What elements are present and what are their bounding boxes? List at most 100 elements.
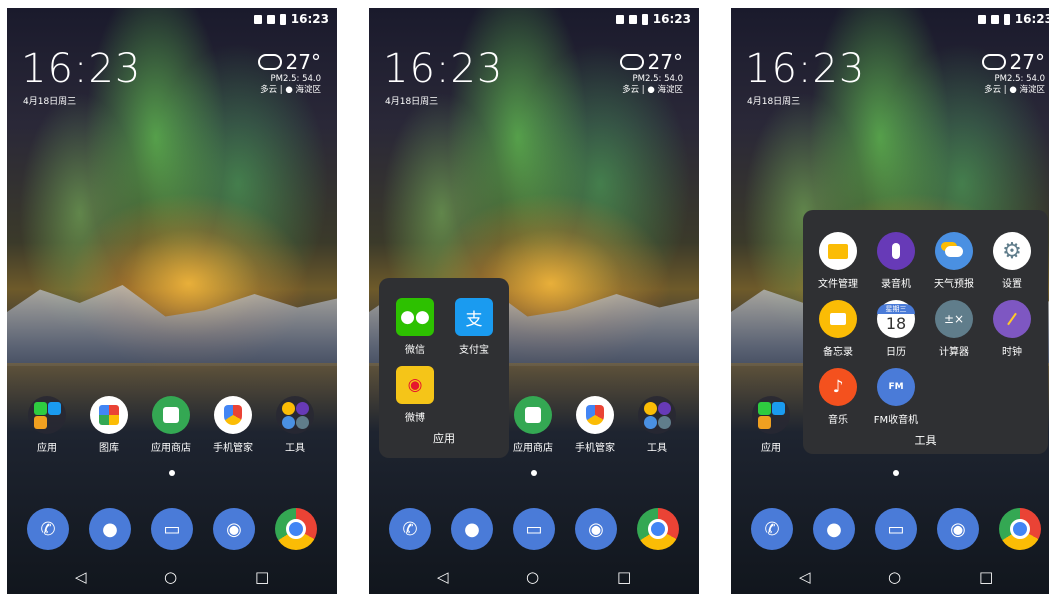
folder-tools[interactable]: 工具 bbox=[264, 396, 326, 454]
wechat-icon: ●● bbox=[396, 298, 434, 336]
battery-icon bbox=[641, 13, 648, 25]
note-icon bbox=[819, 300, 857, 338]
app-store[interactable]: 应用商店 bbox=[502, 396, 564, 454]
app-label: 时钟 bbox=[1002, 347, 1022, 358]
weibo-mini-icon bbox=[758, 416, 771, 429]
phone-icon[interactable]: ✆ bbox=[751, 508, 793, 550]
shield-icon bbox=[586, 405, 604, 425]
cloud-icon bbox=[619, 54, 644, 70]
contacts-icon[interactable]: ● bbox=[451, 508, 493, 550]
wifi-icon bbox=[977, 14, 986, 24]
camera-icon[interactable]: ◉ bbox=[575, 508, 617, 550]
back-button[interactable]: ◁ bbox=[75, 568, 87, 586]
app-calculator[interactable]: ±× 计算器 bbox=[925, 300, 983, 358]
app-label: 工具 bbox=[285, 443, 305, 454]
folder-title: 应用 bbox=[433, 432, 455, 445]
app-memo[interactable]: 备忘录 bbox=[809, 300, 867, 358]
app-fm-radio[interactable]: FM FM收音机 bbox=[867, 368, 925, 426]
app-label: 应用 bbox=[761, 443, 781, 454]
app-weibo[interactable]: ◉ 微博 bbox=[386, 366, 444, 424]
wechat-mini-icon bbox=[34, 402, 47, 415]
music-note-icon: ♪ bbox=[819, 368, 857, 406]
calendar-weekday: 星期三 bbox=[877, 304, 915, 314]
app-wechat[interactable]: ●● 微信 bbox=[386, 298, 444, 356]
app-clock[interactable]: 时钟 bbox=[983, 300, 1041, 358]
recent-apps-button[interactable]: □ bbox=[617, 568, 631, 586]
status-bar: 16:23 bbox=[977, 12, 1049, 26]
back-button[interactable]: ◁ bbox=[799, 568, 811, 586]
clock-widget[interactable]: 16:23 bbox=[21, 46, 141, 92]
app-label: 支付宝 bbox=[459, 345, 489, 356]
date-label: 4月18日周三 bbox=[385, 97, 439, 107]
contacts-icon[interactable]: ● bbox=[89, 508, 131, 550]
home-app-row: 应用 图库 应用商店 手机管家 工具 bbox=[7, 396, 337, 458]
status-time: 16:23 bbox=[1014, 12, 1049, 26]
back-button[interactable]: ◁ bbox=[437, 568, 449, 586]
date-label: 4月18日周三 bbox=[747, 97, 801, 107]
chrome-icon[interactable] bbox=[275, 508, 317, 550]
app-alipay[interactable]: 支 支付宝 bbox=[445, 298, 503, 356]
app-music[interactable]: ♪ 音乐 bbox=[809, 368, 867, 426]
recent-apps-button[interactable]: □ bbox=[255, 568, 269, 586]
app-recorder[interactable]: 录音机 bbox=[867, 232, 925, 290]
app-store[interactable]: 应用商店 bbox=[140, 396, 202, 454]
chrome-icon[interactable] bbox=[637, 508, 679, 550]
temperature: 27° bbox=[647, 50, 683, 74]
signal-icon bbox=[990, 14, 999, 24]
app-weather[interactable]: 天气预报 bbox=[925, 232, 983, 290]
home-button[interactable]: ○ bbox=[888, 568, 901, 586]
folder-popup-tools: 文件管理 录音机 天气预报 ⚙ 设置 备忘录 星期三 18 日历 ±× 计算器 bbox=[803, 210, 1048, 454]
page-indicator bbox=[893, 470, 899, 476]
folder-apps[interactable]: 应用 bbox=[740, 396, 802, 454]
app-label: 应用商店 bbox=[151, 443, 191, 454]
phone-icon[interactable]: ✆ bbox=[27, 508, 69, 550]
chrome-icon[interactable] bbox=[999, 508, 1041, 550]
temperature: 27° bbox=[285, 50, 321, 74]
phone-screen-2: 16:23 16:23 4月18日周三 27° PM2.5: 54.0 多云 |… bbox=[369, 8, 699, 594]
weather-widget[interactable]: 27° PM2.5: 54.0 多云 | ● 海淀区 bbox=[619, 50, 683, 96]
app-calendar[interactable]: 星期三 18 日历 bbox=[867, 300, 925, 358]
status-bar: 16:23 bbox=[615, 12, 691, 26]
contacts-icon[interactable]: ● bbox=[813, 508, 855, 550]
chrome-center bbox=[1010, 519, 1030, 539]
app-gallery[interactable]: 图库 bbox=[78, 396, 140, 454]
app-label: 微博 bbox=[405, 413, 425, 424]
bag-icon bbox=[163, 407, 179, 423]
app-phone-manager[interactable]: 手机管家 bbox=[202, 396, 264, 454]
files-mini-icon bbox=[644, 402, 657, 415]
recent-apps-button[interactable]: □ bbox=[979, 568, 993, 586]
sun-cloud-icon bbox=[935, 232, 973, 270]
messages-icon[interactable]: ▭ bbox=[513, 508, 555, 550]
shield-icon bbox=[224, 405, 242, 425]
folder-icon bbox=[819, 232, 857, 270]
app-file-manager[interactable]: 文件管理 bbox=[809, 232, 867, 290]
dock: ✆ ● ▭ ◉ bbox=[731, 508, 1049, 552]
app-label: 天气预报 bbox=[934, 279, 974, 290]
dock: ✆ ● ▭ ◉ bbox=[7, 508, 337, 552]
folder-title: 工具 bbox=[914, 434, 937, 447]
weather-widget[interactable]: 27° PM2.5: 54.0 多云 | ● 海淀区 bbox=[981, 50, 1045, 96]
app-phone-manager[interactable]: 手机管家 bbox=[564, 396, 626, 454]
page-indicator bbox=[531, 470, 537, 476]
app-label: 文件管理 bbox=[818, 279, 858, 290]
battery-icon bbox=[279, 13, 286, 25]
app-label: 音乐 bbox=[828, 415, 848, 426]
app-label: 备忘录 bbox=[823, 347, 853, 358]
folder-tools[interactable]: 工具 bbox=[626, 396, 688, 454]
phone-icon[interactable]: ✆ bbox=[389, 508, 431, 550]
app-settings[interactable]: ⚙ 设置 bbox=[983, 232, 1041, 290]
camera-icon[interactable]: ◉ bbox=[937, 508, 979, 550]
home-button[interactable]: ○ bbox=[526, 568, 539, 586]
camera-icon[interactable]: ◉ bbox=[213, 508, 255, 550]
phone-screen-1: 16:23 16:23 4月18日周三 27° PM2.5: 54.0 多云 |… bbox=[7, 8, 337, 594]
mountain-background bbox=[7, 285, 337, 366]
folder-apps[interactable]: 应用 bbox=[16, 396, 78, 454]
messages-icon[interactable]: ▭ bbox=[875, 508, 917, 550]
signal-icon bbox=[266, 14, 275, 24]
messages-icon[interactable]: ▭ bbox=[151, 508, 193, 550]
home-button[interactable]: ○ bbox=[164, 568, 177, 586]
weather-widget[interactable]: 27° PM2.5: 54.0 多云 | ● 海淀区 bbox=[257, 50, 321, 96]
folder-popup-apps: ●● 微信 支 支付宝 ◉ 微博 应用 bbox=[379, 278, 509, 458]
clock-widget[interactable]: 16:23 bbox=[383, 46, 503, 92]
clock-widget[interactable]: 16:23 bbox=[745, 46, 865, 92]
